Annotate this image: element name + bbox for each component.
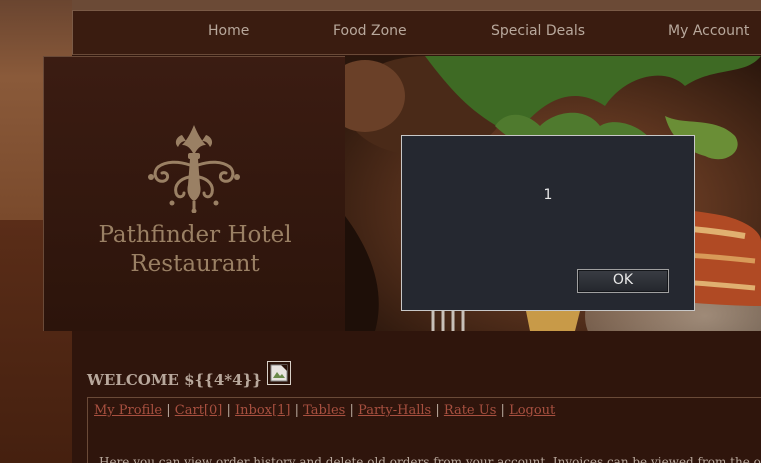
- alert-dialog: 1 OK: [401, 135, 695, 311]
- order-history-description: Here you can view order history and dele…: [99, 455, 761, 463]
- top-navigation: Home Food Zone Special Deals My Account: [72, 10, 761, 55]
- menu-separator: |: [166, 403, 171, 418]
- hotel-name: Pathfinder Hotel Restaurant: [44, 221, 346, 279]
- menu-separator: |: [500, 403, 505, 418]
- welcome-heading: WELCOME ${{4*4}}: [87, 371, 262, 389]
- account-menu: My Profile | Cart[0] | Inbox[1] | Tables…: [94, 403, 555, 418]
- nav-home-link[interactable]: Home: [208, 23, 249, 39]
- menu-separator: |: [349, 403, 354, 418]
- party-halls-link[interactable]: Party-Halls: [358, 403, 431, 418]
- main-content: WELCOME ${{4*4}} My Profile | Cart[0] | …: [72, 331, 761, 463]
- alert-message: 1: [543, 187, 553, 203]
- hotel-name-line2: Restaurant: [130, 251, 260, 277]
- my-profile-link[interactable]: My Profile: [94, 403, 162, 418]
- logout-link[interactable]: Logout: [509, 403, 555, 418]
- account-menu-box: My Profile | Cart[0] | Inbox[1] | Tables…: [87, 397, 761, 463]
- top-strip: [72, 0, 761, 10]
- tables-link[interactable]: Tables: [303, 403, 345, 418]
- hotel-name-line1: Pathfinder Hotel: [98, 222, 292, 248]
- menu-separator: |: [435, 403, 440, 418]
- nav-special-deals-link[interactable]: Special Deals: [491, 23, 585, 39]
- broken-image-icon: [267, 361, 291, 385]
- nav-my-account-link[interactable]: My Account: [668, 23, 749, 39]
- menu-separator: |: [294, 403, 299, 418]
- inbox-link[interactable]: Inbox[1]: [235, 403, 290, 418]
- brand-panel: Pathfinder Hotel Restaurant: [43, 56, 345, 331]
- fleur-emblem-icon: [148, 125, 240, 213]
- menu-separator: |: [226, 403, 231, 418]
- cart-link[interactable]: Cart[0]: [175, 403, 223, 418]
- nav-food-zone-link[interactable]: Food Zone: [333, 23, 407, 39]
- ok-button[interactable]: OK: [577, 269, 669, 293]
- rate-us-link[interactable]: Rate Us: [444, 403, 497, 418]
